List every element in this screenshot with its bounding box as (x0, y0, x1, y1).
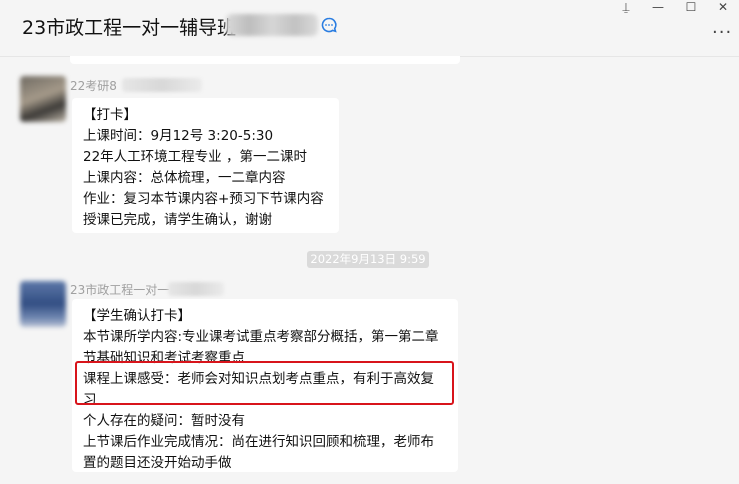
message-line: 作业：复习本节课内容+预习下节课内容 (83, 191, 324, 207)
avatar[interactable] (20, 76, 66, 122)
more-options-icon[interactable]: ··· (712, 22, 732, 43)
redacted-group-name (226, 14, 318, 36)
message-line: 本节课所学内容:专业课考试重点考察部分概括，第一第二章 (83, 329, 439, 345)
sender-name: 23市政工程一对一 (70, 283, 170, 297)
pin-icon[interactable]: ⍊ (612, 0, 640, 14)
message-line: 置的题目还没开始动手做 (83, 455, 232, 471)
message-line: 个人存在的疑问：暂时没有 (83, 413, 245, 429)
message-line: 【学生确认打卡】 (83, 308, 191, 324)
avatar[interactable] (20, 281, 66, 327)
message-line: 授课已完成，请学生确认，谢谢 (83, 212, 272, 228)
close-button[interactable]: ✕ (709, 0, 737, 14)
message-line: 上课内容：总体梳理，一二章内容 (83, 170, 286, 186)
message-line: 上节课后作业完成情况：尚在进行知识回顾和梳理，老师布 (83, 434, 434, 450)
maximize-button[interactable]: ☐ (677, 0, 705, 14)
previous-message-bubble (70, 56, 460, 64)
sender-name: 22考研8 (70, 79, 117, 93)
redacted-sender-name (168, 282, 224, 296)
message-line: 22年人工环境工程专业 ，第一二课时 (83, 149, 307, 165)
highlight-box (75, 361, 454, 405)
redacted-sender-name (122, 78, 202, 92)
chat-bubble-icon[interactable] (320, 16, 338, 34)
message-bubble[interactable]: 【打卡】 上课时间：9月12号 3:20-5:30 22年人工环境工程专业 ，第… (72, 98, 339, 233)
message-line: 上课时间：9月12号 3:20-5:30 (83, 128, 274, 144)
title-bar: 23市政工程一对一辅导班 ⍊ — ☐ ✕ ··· (0, 0, 739, 57)
message-line: 【打卡】 (83, 107, 137, 123)
chat-title: 23市政工程一对一辅导班 (22, 17, 237, 39)
timestamp-badge: 2022年9月13日 9:59 (307, 251, 429, 268)
minimize-button[interactable]: — (644, 0, 672, 14)
